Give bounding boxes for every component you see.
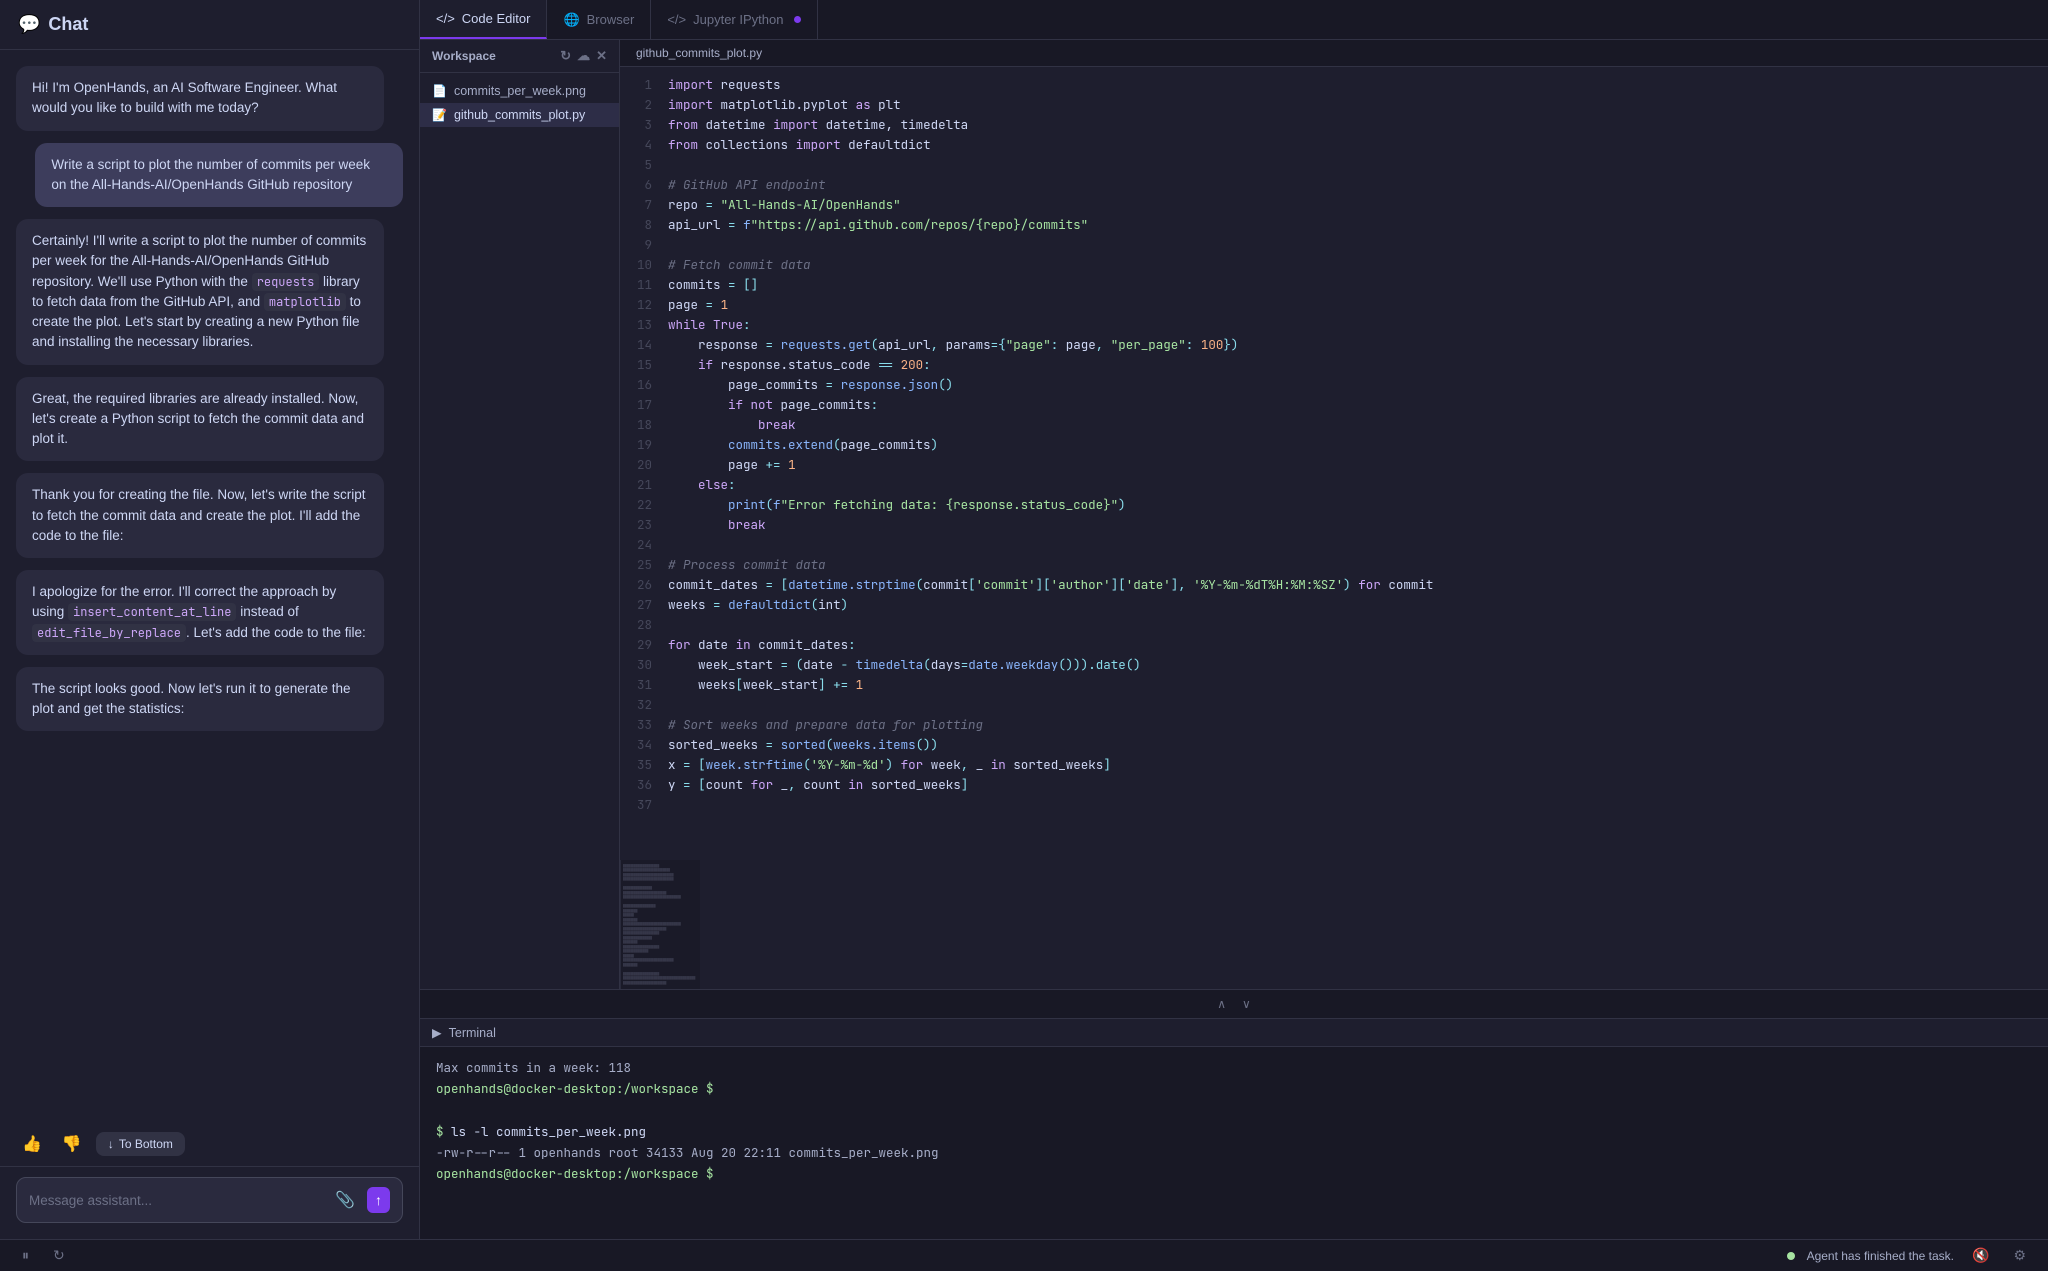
workspace-header: Workspace ↻ ☁ ✕ bbox=[420, 40, 619, 73]
file-name: commits_per_week.png bbox=[454, 84, 586, 98]
workspace-files: 📄 commits_per_week.png 📝 github_commits_… bbox=[420, 73, 619, 133]
terminal-line bbox=[436, 1100, 2032, 1121]
status-bar: ⏸ ↻ Agent has finished the task. 🔇 ⚙ bbox=[0, 1239, 2048, 1271]
terminal-line: openhands@docker-desktop:/workspace $ bbox=[436, 1078, 2032, 1099]
code-lines: import requests import matplotlib.pyplot… bbox=[660, 67, 2048, 823]
code-editor-pane: github_commits_plot.py 12345678910111213… bbox=[620, 40, 2048, 989]
terminal-line: -rw-r--r-- 1 openhands root 34133 Aug 20… bbox=[436, 1142, 2032, 1163]
send-button[interactable]: ↑ bbox=[367, 1187, 390, 1213]
tab-code-editor-label: Code Editor bbox=[462, 11, 531, 26]
pause-button[interactable]: ⏸ bbox=[16, 1245, 35, 1266]
list-item: I apologize for the error. I'll correct … bbox=[16, 570, 384, 655]
tab-code-editor[interactable]: </> Code Editor bbox=[420, 0, 547, 39]
minimap: ████████████████████ ███████████████████… bbox=[620, 860, 700, 990]
down-arrow-icon: ↓ bbox=[108, 1137, 114, 1151]
line-numbers: 1234567891011121314151617181920212223242… bbox=[620, 67, 660, 823]
message-text: The script looks good. Now let's run it … bbox=[32, 681, 351, 716]
chat-icon: 💬 bbox=[18, 14, 40, 35]
file-name-active: github_commits_plot.py bbox=[454, 108, 585, 122]
message-text: Thank you for creating the file. Now, le… bbox=[32, 487, 365, 543]
to-bottom-label: To Bottom bbox=[119, 1137, 173, 1151]
terminal-title: Terminal bbox=[449, 1026, 496, 1040]
terminal-header: ▶ Terminal bbox=[420, 1019, 2048, 1047]
refresh-workspace-icon[interactable]: ↻ bbox=[560, 48, 571, 64]
code-view[interactable]: 1234567891011121314151617181920212223242… bbox=[620, 67, 2048, 860]
jupyter-active-dot bbox=[794, 16, 801, 23]
workspace-sidebar: Workspace ↻ ☁ ✕ 📄 commits_per_week.png 📝 bbox=[420, 40, 620, 989]
file-png-icon: 📄 bbox=[432, 84, 447, 98]
to-bottom-button[interactable]: ↓ To Bottom bbox=[96, 1132, 185, 1156]
editor-area: Workspace ↻ ☁ ✕ 📄 commits_per_week.png 📝 bbox=[420, 40, 2048, 989]
message-text: Certainly! I'll write a script to plot t… bbox=[32, 233, 366, 349]
chevron-up-icon: ∧ bbox=[1217, 997, 1226, 1011]
list-item: Certainly! I'll write a script to plot t… bbox=[16, 219, 384, 365]
workspace-title: Workspace bbox=[432, 49, 496, 63]
close-workspace-icon[interactable]: ✕ bbox=[596, 48, 607, 64]
tab-browser-label: Browser bbox=[587, 12, 635, 27]
chat-header: 💬 Chat bbox=[0, 0, 419, 50]
attach-button[interactable]: 📎 bbox=[331, 1186, 359, 1214]
message-text: Hi! I'm OpenHands, an AI Software Engine… bbox=[32, 80, 337, 115]
file-item-active[interactable]: 📝 github_commits_plot.py bbox=[420, 103, 619, 127]
chat-panel: 💬 Chat Hi! I'm OpenHands, an AI Software… bbox=[0, 0, 420, 1239]
status-dot bbox=[1787, 1252, 1795, 1260]
refresh-button[interactable]: ↻ bbox=[47, 1245, 71, 1266]
terminal-pane: ▶ Terminal Max commits in a week: 118 op… bbox=[420, 1019, 2048, 1239]
message-text: Great, the required libraries are alread… bbox=[32, 391, 364, 447]
agent-status: Agent has finished the task. bbox=[1807, 1249, 1954, 1263]
message-text: Write a script to plot the number of com… bbox=[51, 157, 370, 192]
right-panel: </> Code Editor 🌐 Browser </> Jupyter IP… bbox=[420, 0, 2048, 1239]
tab-browser[interactable]: 🌐 Browser bbox=[547, 0, 651, 39]
workspace-actions: ↻ ☁ ✕ bbox=[560, 48, 607, 64]
thumbs-up-button[interactable]: 👍 bbox=[16, 1130, 48, 1158]
list-item: Write a script to plot the number of com… bbox=[35, 143, 403, 208]
chat-input-row: 📎 ↑ bbox=[16, 1177, 403, 1223]
resize-handle[interactable]: ∧ ∨ bbox=[420, 989, 2048, 1019]
browser-icon: 🌐 bbox=[563, 12, 579, 28]
status-left: ⏸ ↻ bbox=[16, 1245, 71, 1266]
list-item: Great, the required libraries are alread… bbox=[16, 377, 384, 462]
cloud-icon[interactable]: ☁ bbox=[577, 48, 590, 64]
file-py-icon: 📝 bbox=[432, 108, 447, 122]
jupyter-icon: </> bbox=[667, 12, 686, 27]
code-content: 1234567891011121314151617181920212223242… bbox=[620, 67, 2048, 823]
terminal-content[interactable]: Max commits in a week: 118 openhands@doc… bbox=[420, 1047, 2048, 1239]
mute-button[interactable]: 🔇 bbox=[1966, 1245, 1995, 1266]
chevron-down-icon: ∨ bbox=[1242, 997, 1251, 1011]
list-item: Hi! I'm OpenHands, an AI Software Engine… bbox=[16, 66, 384, 131]
terminal-line: openhands@docker-desktop:/workspace $ bbox=[436, 1163, 2032, 1184]
list-item: Thank you for creating the file. Now, le… bbox=[16, 473, 384, 558]
tab-jupyter[interactable]: </> Jupyter IPython bbox=[651, 0, 818, 39]
thumbs-down-button[interactable]: 👎 bbox=[56, 1130, 88, 1158]
tab-jupyter-label: Jupyter IPython bbox=[693, 12, 783, 27]
code-editor-icon: </> bbox=[436, 11, 455, 26]
terminal-line: Max commits in a week: 118 bbox=[436, 1057, 2032, 1078]
chat-input[interactable] bbox=[29, 1193, 323, 1208]
file-item[interactable]: 📄 commits_per_week.png bbox=[420, 79, 619, 103]
list-item: The script looks good. Now let's run it … bbox=[16, 667, 384, 732]
chat-title: Chat bbox=[48, 14, 88, 35]
code-filename: github_commits_plot.py bbox=[636, 46, 762, 60]
editor-tabs: </> Code Editor 🌐 Browser </> Jupyter IP… bbox=[420, 0, 2048, 40]
terminal-icon: ▶ bbox=[432, 1025, 442, 1040]
terminal-line: $ ls -l commits_per_week.png bbox=[436, 1121, 2032, 1142]
chat-input-area: 📎 ↑ bbox=[0, 1166, 419, 1239]
chat-actions: 👍 👎 ↓ To Bottom bbox=[0, 1122, 419, 1166]
message-text: I apologize for the error. I'll correct … bbox=[32, 584, 366, 640]
code-filename-bar: github_commits_plot.py bbox=[620, 40, 2048, 67]
settings-button[interactable]: ⚙ bbox=[2007, 1245, 2032, 1266]
status-right: Agent has finished the task. 🔇 ⚙ bbox=[1787, 1245, 2032, 1266]
chat-messages: Hi! I'm OpenHands, an AI Software Engine… bbox=[0, 50, 419, 1122]
